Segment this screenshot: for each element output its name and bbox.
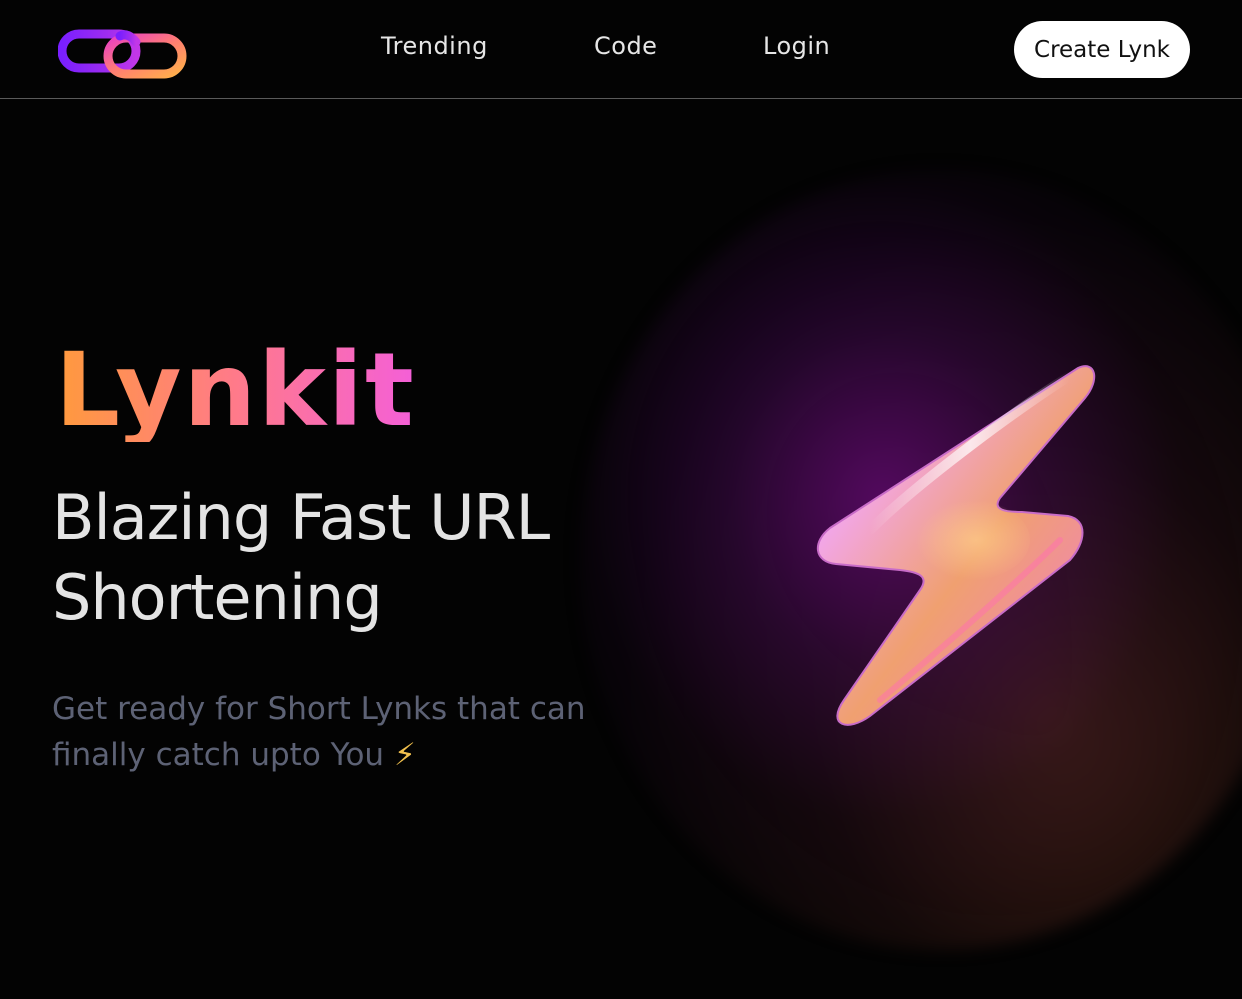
hero-subtext-text: Get ready for Short Lynks that can final…	[52, 691, 586, 773]
lightning-emoji-icon: ⚡	[393, 737, 416, 773]
chain-link-icon[interactable]	[57, 28, 188, 80]
nav-link-code[interactable]: Code	[594, 32, 657, 60]
hero-headline: Blazing Fast URL Shortening	[52, 481, 550, 634]
page: Trending Code Login Create Lynk Lynkit B…	[0, 0, 1242, 999]
brand-title: Lynkit	[55, 331, 416, 450]
navbar: Trending Code Login Create Lynk	[0, 0, 1242, 99]
nav-link-trending[interactable]: Trending	[381, 32, 488, 60]
lightning-bolt-icon	[800, 350, 1110, 740]
hero-subtext: Get ready for Short Lynks that can final…	[52, 686, 672, 778]
nav-link-login[interactable]: Login	[763, 32, 830, 60]
create-lynk-button[interactable]: Create Lynk	[1014, 21, 1190, 78]
